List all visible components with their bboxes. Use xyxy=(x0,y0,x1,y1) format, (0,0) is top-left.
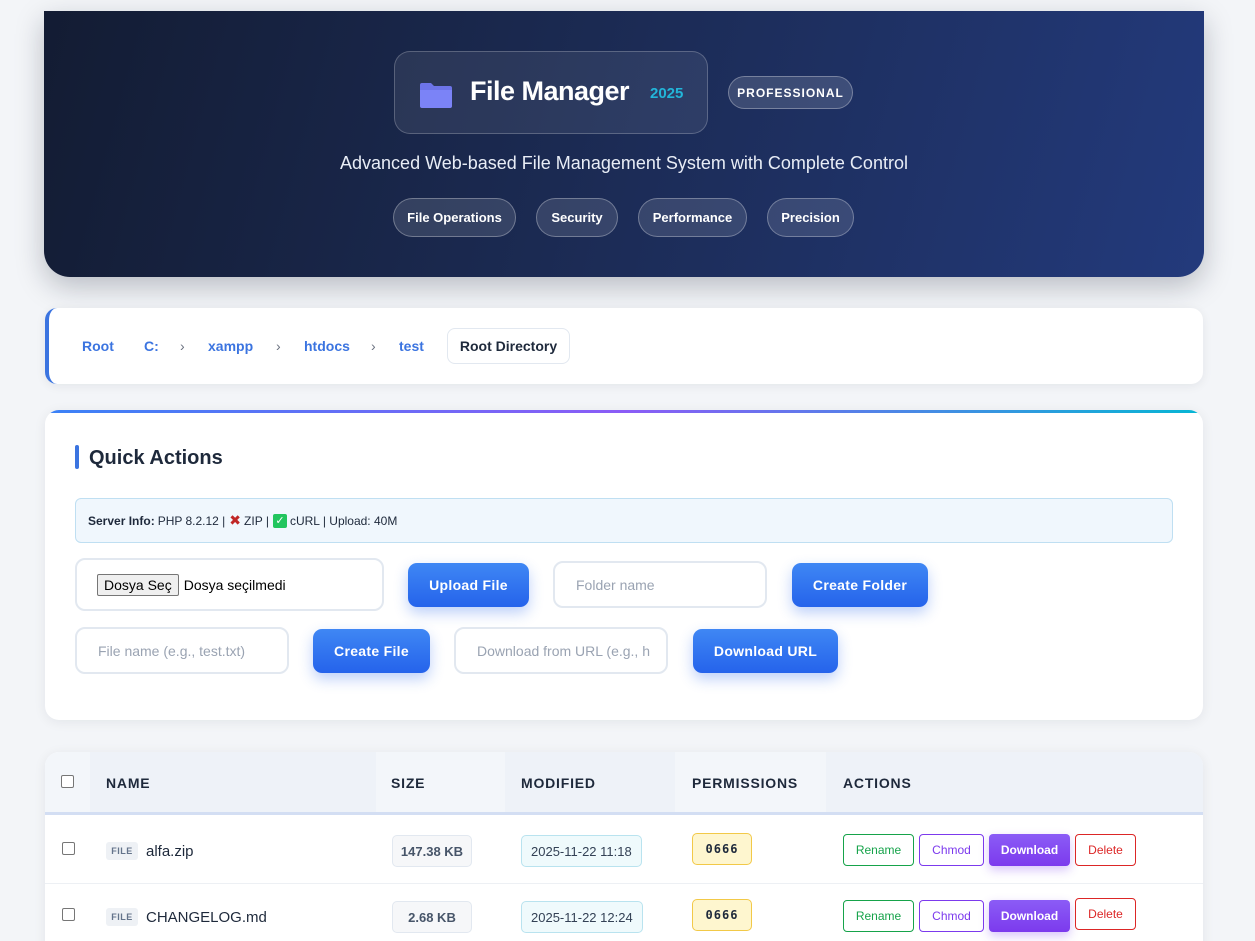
server-info-curl: cURL | Upload: 40M xyxy=(289,513,398,528)
file-permissions: 0666 xyxy=(692,899,752,931)
select-all-cell xyxy=(45,752,90,812)
quick-actions-panel: Quick Actions Server Info: PHP 8.2.12 | … xyxy=(45,410,1203,720)
file-permissions: 0666 xyxy=(692,833,752,865)
cross-icon: ✖ xyxy=(229,512,242,528)
feature-performance: Performance xyxy=(638,198,747,237)
file-name[interactable]: alfa.zip xyxy=(146,843,194,860)
create-folder-button[interactable]: Create Folder xyxy=(792,563,928,607)
breadcrumb-root[interactable]: Root xyxy=(82,338,114,354)
upload-file-button[interactable]: Upload File xyxy=(408,563,529,607)
col-size[interactable]: SIZE xyxy=(376,752,505,812)
feature-file-operations: File Operations xyxy=(393,198,516,237)
chmod-button[interactable]: Chmod xyxy=(919,834,984,866)
breadcrumb-test[interactable]: test xyxy=(399,338,424,354)
file-name[interactable]: CHANGELOG.md xyxy=(146,909,267,926)
table-header: NAME SIZE MODIFIED PERMISSIONS ACTIONS xyxy=(45,752,1203,815)
file-picker[interactable]: Dosya Seç Dosya seçilmedi xyxy=(75,558,384,611)
file-size: 2.68 KB xyxy=(392,901,472,933)
app-title: File Manager xyxy=(470,76,630,106)
folder-icon xyxy=(420,83,452,108)
feature-security: Security xyxy=(536,198,618,237)
col-modified[interactable]: MODIFIED xyxy=(505,752,675,812)
server-info: Server Info: PHP 8.2.12 | ✖ ZIP | ✓ cURL… xyxy=(75,498,1173,543)
file-picker-status: Dosya seçilmedi xyxy=(183,576,286,593)
quick-actions-title: Quick Actions xyxy=(89,447,223,469)
folder-name-input[interactable]: Folder name xyxy=(553,561,767,608)
server-info-zip: ZIP | xyxy=(244,513,269,528)
table-row: FILE alfa.zip 147.38 KB 2025-11-22 11:18… xyxy=(45,818,1203,884)
download-button[interactable]: Download xyxy=(989,834,1070,866)
breadcrumb-htdocs[interactable]: htdocs xyxy=(304,338,350,354)
row-checkbox[interactable] xyxy=(62,842,75,855)
file-table: NAME SIZE MODIFIED PERMISSIONS ACTIONS F… xyxy=(45,752,1203,941)
col-name[interactable]: NAME xyxy=(90,752,376,812)
rename-button[interactable]: Rename xyxy=(843,834,914,866)
file-name-input[interactable]: File name (e.g., test.txt) xyxy=(75,627,289,674)
breadcrumb-separator: › xyxy=(276,338,281,354)
col-modified-label: MODIFIED xyxy=(521,775,596,791)
download-url-button[interactable]: Download URL xyxy=(693,629,838,673)
chmod-button[interactable]: Chmod xyxy=(919,900,984,932)
create-file-button[interactable]: Create File xyxy=(313,629,430,673)
row-checkbox[interactable] xyxy=(62,908,75,921)
page-header: File Manager 2025 PROFESSIONAL Advanced … xyxy=(44,11,1204,277)
gradient-divider xyxy=(45,410,1203,413)
col-size-label: SIZE xyxy=(391,775,426,791)
breadcrumb-current: Root Directory xyxy=(447,328,570,364)
breadcrumb-c-drive[interactable]: C: xyxy=(144,338,159,354)
app-subtitle: Advanced Web-based File Management Syste… xyxy=(340,153,908,173)
col-name-label: NAME xyxy=(106,775,151,791)
breadcrumb-separator: › xyxy=(180,338,185,354)
rename-button[interactable]: Rename xyxy=(843,900,914,932)
server-info-label: Server Info: xyxy=(88,513,155,528)
delete-button[interactable]: Delete xyxy=(1075,898,1136,930)
server-info-php: PHP 8.2.12 | xyxy=(157,513,226,528)
file-modified: 2025-11-22 11:18 xyxy=(521,835,642,867)
table-row: FILE CHANGELOG.md 2.68 KB 2025-11-22 12:… xyxy=(45,884,1203,941)
col-actions-label: ACTIONS xyxy=(843,775,912,791)
breadcrumb-xampp[interactable]: xampp xyxy=(208,338,253,354)
title-accent xyxy=(75,445,79,469)
app-year: 2025 xyxy=(650,85,684,102)
breadcrumb-separator: › xyxy=(371,338,376,354)
file-type-badge: FILE xyxy=(106,908,138,926)
feature-precision: Precision xyxy=(767,198,854,237)
col-permissions[interactable]: PERMISSIONS xyxy=(675,752,826,812)
col-actions: ACTIONS xyxy=(826,752,1203,812)
check-icon: ✓ xyxy=(272,513,287,528)
brand-box: File Manager 2025 xyxy=(394,51,708,134)
professional-badge: PROFESSIONAL xyxy=(728,76,853,109)
delete-button[interactable]: Delete xyxy=(1075,834,1136,866)
download-button[interactable]: Download xyxy=(989,900,1070,932)
col-permissions-label: PERMISSIONS xyxy=(692,775,799,791)
file-type-badge: FILE xyxy=(106,842,138,860)
select-all-checkbox[interactable] xyxy=(61,775,74,788)
breadcrumb: Root C: › xampp › htdocs › test Root Dir… xyxy=(45,308,1203,384)
choose-file-button[interactable]: Dosya Seç xyxy=(97,573,179,596)
download-url-input[interactable]: Download from URL (e.g., h xyxy=(454,627,668,674)
file-modified: 2025-11-22 12:24 xyxy=(521,901,643,933)
file-size: 147.38 KB xyxy=(392,835,472,867)
